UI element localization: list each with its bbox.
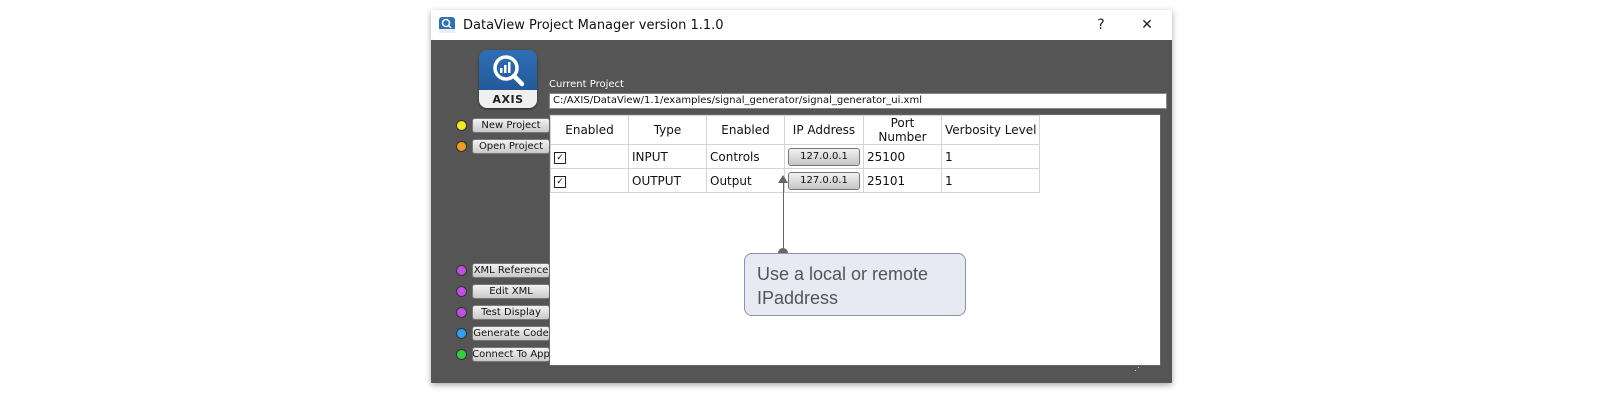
enabled-cell: ✓ [550,168,629,193]
edit-xml-button[interactable]: Edit XML [472,284,550,299]
app-window: DataView Project Manager version 1.1.0 ?… [431,10,1172,383]
magnifier-chart-icon [493,55,525,87]
column-header[interactable]: Type [628,115,707,145]
new-project-button[interactable]: New Project [472,118,550,133]
callout-connector [783,180,784,252]
verbosity-cell[interactable]: 1 [940,168,1041,193]
name-cell: Output [706,168,785,193]
axis-logo: AXIS [479,50,537,108]
callout-text-line2: IPaddress [757,288,839,308]
orange-status-dot-icon [456,141,467,152]
window-title: DataView Project Manager version 1.1.0 [463,17,724,33]
connections-panel: Enabled Type Enabled IP Address Port Num… [549,114,1161,366]
ip-address-button[interactable]: 127.0.0.1 [788,147,860,166]
table-row: ✓ INPUT Controls 127.0.0.1 25100 1 [550,144,1041,169]
green-status-dot-icon [456,349,467,360]
table-header-row: Enabled Type Enabled IP Address Port Num… [550,115,1041,145]
logo-text: AXIS [479,90,537,108]
connections-table: Enabled Type Enabled IP Address Port Num… [550,115,1041,193]
connect-to-app-row: Connect To App [456,346,558,363]
help-button[interactable]: ? [1085,14,1117,36]
ip-address-callout: Use a local or remote IPaddress [744,253,966,316]
xml-reference-button[interactable]: XML Reference [472,263,550,278]
enabled-checkbox[interactable]: ✓ [554,152,566,164]
port-cell[interactable]: 25101 [863,168,942,193]
ip-cell: 127.0.0.1 [784,168,864,193]
verbosity-cell[interactable]: 1 [940,144,1041,169]
title-bar: DataView Project Manager version 1.1.0 ?… [431,10,1172,40]
yellow-status-dot-icon [456,120,467,131]
type-cell: OUTPUT [628,168,707,193]
purple-status-dot-icon [456,286,467,297]
app-logo-icon [439,17,455,33]
enabled-cell: ✓ [550,144,629,169]
column-header[interactable]: Enabled [550,115,629,145]
new-project-row: New Project [456,117,558,134]
table-row: ✓ OUTPUT Output 127.0.0.1 25101 1 [550,168,1041,193]
open-project-row: Open Project [456,138,558,155]
callout-text-line1: Use a local or remote [757,264,929,284]
connect-to-app-button[interactable]: Connect To App [472,347,550,362]
column-header[interactable]: IP Address [784,115,864,145]
callout-arrow-icon [778,175,788,183]
ip-address-button[interactable]: 127.0.0.1 [788,171,860,190]
generate-code-row: Generate Code [456,325,558,342]
port-cell[interactable]: 25100 [863,144,942,169]
xml-reference-row: XML Reference [456,262,558,279]
close-button[interactable]: ✕ [1131,14,1163,36]
enabled-checkbox[interactable]: ✓ [554,176,566,188]
test-display-row: Test Display [456,304,558,321]
column-header[interactable]: Enabled [706,115,785,145]
blue-status-dot-icon [456,328,467,339]
generate-code-button[interactable]: Generate Code [472,326,550,341]
project-path-field[interactable]: C:/AXIS/DataView/1.1/examples/signal_gen… [549,93,1167,109]
column-header[interactable]: Verbosity Level [940,115,1041,145]
current-project-label: Current Project [549,79,624,90]
open-project-button[interactable]: Open Project [472,139,550,154]
edit-xml-row: Edit XML [456,283,558,300]
ip-cell: 127.0.0.1 [784,144,864,169]
column-header[interactable]: Port Number [863,115,942,145]
purple-status-dot-icon [456,265,467,276]
name-cell: Controls [706,144,785,169]
type-cell: INPUT [628,144,707,169]
resize-grip-icon[interactable]: ⋰ [1134,362,1143,373]
test-display-button[interactable]: Test Display [472,305,550,320]
purple-status-dot-icon [456,307,467,318]
